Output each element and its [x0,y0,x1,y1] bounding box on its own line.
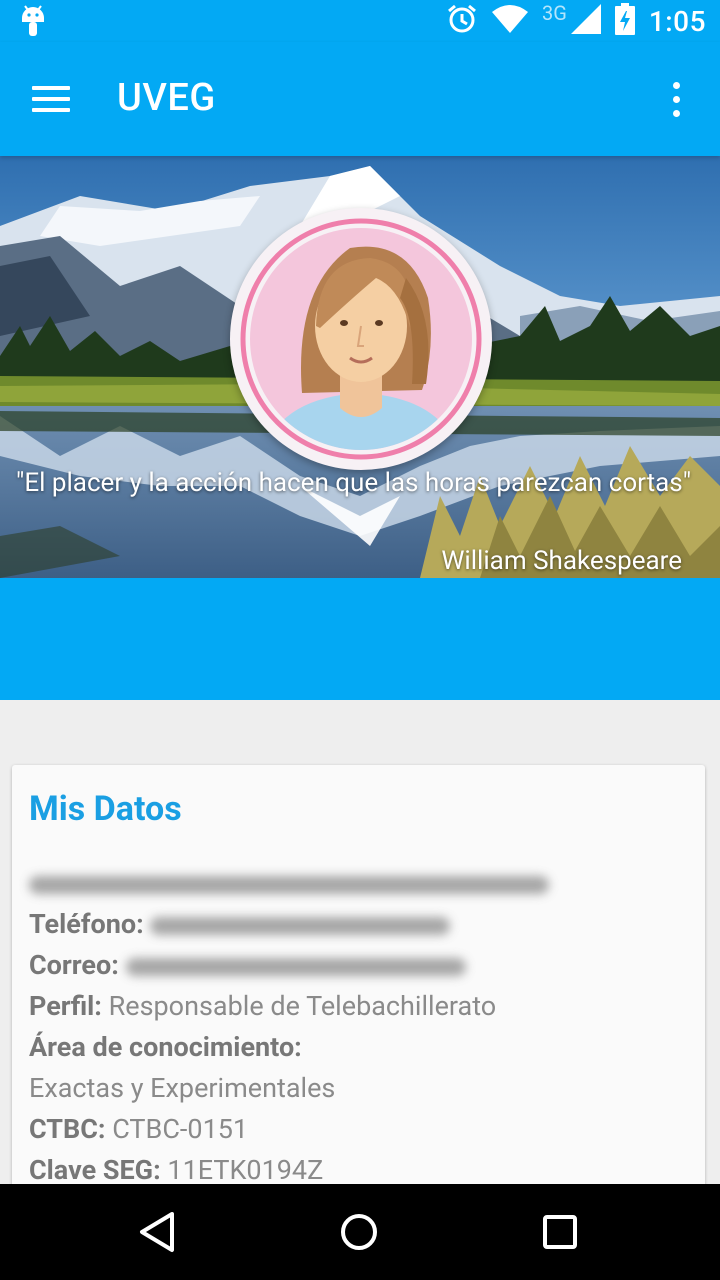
female-avatar-icon [240,218,482,460]
ctbc-value: CTBC-0151 [112,1113,249,1145]
system-nav-bar [0,1184,720,1280]
correo-row: Correo: [29,945,695,986]
quote-author: William Shakespeare [441,546,682,576]
hamburger-menu-icon[interactable] [26,76,78,122]
status-bar: 3G 1:05 [0,0,720,42]
ctbc-label: CTBC: [29,1113,106,1145]
ctbc-row: CTBC: CTBC-0151 [29,1109,695,1150]
clave-label: Clave SEG: [29,1154,161,1186]
perfil-value: Responsable de Telebachillerato [108,990,497,1022]
signal-icon [570,4,601,38]
name-row [29,863,695,904]
app-bar: UVEG [0,42,720,156]
telefono-row: Teléfono: [29,904,695,945]
status-clock: 1:05 [648,4,706,38]
profile-avatar[interactable] [230,208,492,470]
redacted-correo [125,957,466,976]
perfil-label: Perfil: [29,990,102,1022]
area-value-row: Exactas y Experimentales [29,1068,695,1109]
more-vertical-icon[interactable] [656,78,696,122]
header-band [0,578,720,700]
network-type-label: 3G [542,1,567,25]
app-title: UVEG [117,76,216,120]
correo-label: Correo: [29,949,119,981]
area-value: Exactas y Experimentales [29,1072,336,1104]
perfil-row: Perfil: Responsable de Telebachillerato [29,986,695,1027]
alarm-icon [446,3,478,39]
battery-icon [614,3,635,39]
wifi-icon [492,5,528,37]
home-circle-icon[interactable] [329,1206,389,1258]
redacted-telefono [150,916,451,935]
card-title: Mis Datos [29,789,182,829]
redacted-name [29,875,549,894]
card-body: Teléfono: Correo: Perfil: Responsable de… [29,863,695,1191]
header-quote: "El placer y la acción hacen que las hor… [16,468,692,498]
telefono-label: Teléfono: [29,908,144,940]
mis-datos-card: Mis Datos Teléfono: Correo: Perfil: Resp… [12,765,705,1225]
area-label: Área de conocimiento: [29,1031,302,1063]
back-triangle-icon[interactable] [128,1206,188,1258]
recents-square-icon[interactable] [530,1206,590,1258]
clave-value: 11ETK0194Z [167,1154,324,1186]
android-icon [18,4,48,42]
area-row: Área de conocimiento: [29,1027,695,1068]
